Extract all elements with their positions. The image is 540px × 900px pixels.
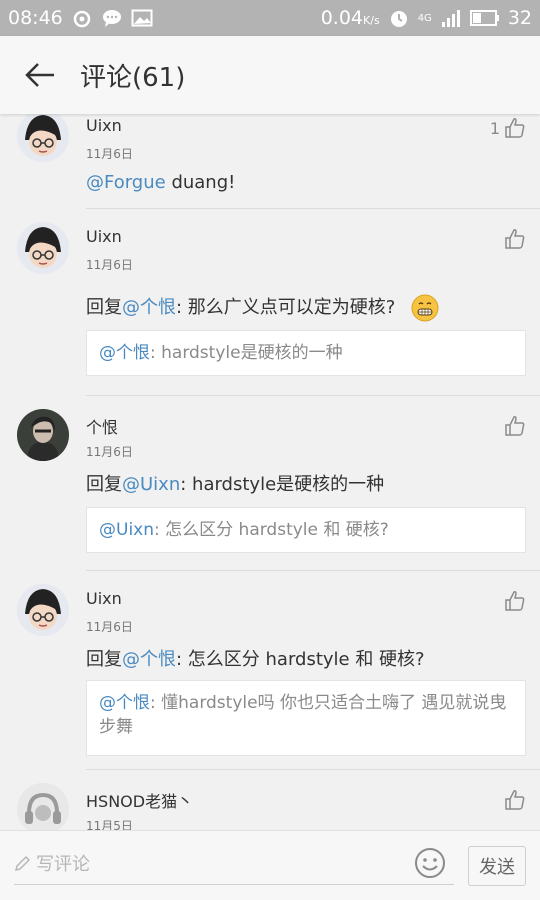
like-count: 1 — [489, 118, 500, 138]
comment-username[interactable]: Uixn — [86, 116, 122, 135]
mention-link[interactable]: @个恨 — [122, 297, 176, 318]
mention-link[interactable]: @Uixn — [99, 520, 154, 540]
comment-date: 11月5日 — [86, 819, 133, 830]
comment-username[interactable]: 个恨 — [86, 414, 118, 438]
chat-notification-icon — [102, 10, 121, 27]
page-title: 评论(61) — [80, 62, 186, 93]
thumbs-up-icon — [505, 416, 525, 436]
grinning-emoji-icon — [411, 294, 439, 322]
avatar[interactable] — [17, 783, 69, 830]
status-bar: 08:46 0.04K/s 4G 32 — [0, 0, 540, 36]
comment-input-placeholder: 写评论 — [36, 853, 90, 875]
avatar[interactable] — [17, 114, 69, 162]
mention-link[interactable]: @Uixn — [122, 474, 180, 495]
battery-icon — [469, 10, 499, 26]
comment-list[interactable]: Uixn 11月6日 1 @Forgue duang! Uixn 11月6日 回… — [0, 114, 540, 830]
like-button[interactable] — [500, 590, 526, 612]
comment-item: Uixn 11月6日 1 @Forgue duang! — [0, 114, 540, 208]
quoted-comment: @个恨: hardstyle是硬核的一种 — [86, 330, 526, 376]
comment-item: 个恨 11月6日 回复@Uixn: hardstyle是硬核的一种 @Uixn:… — [0, 396, 540, 570]
thumbs-up-icon — [505, 118, 525, 138]
comment-text: 回复@个恨: 那么广义点可以定为硬核? — [86, 293, 439, 322]
like-button[interactable]: 1 — [490, 117, 526, 139]
quoted-comment: @个恨: 懂hardstyle吗 你也只适合土嗨了 遇见就说曳步舞 — [86, 680, 526, 756]
like-button[interactable] — [500, 415, 526, 437]
mention-link[interactable]: @个恨 — [122, 649, 176, 670]
comment-text: 回复@个恨: 怎么区分 hardstyle 和 硬核? — [86, 649, 425, 670]
comment-item: Uixn 11月6日 回复@个恨: 怎么区分 hardstyle 和 硬核? @… — [0, 571, 540, 769]
comment-date: 11月6日 — [86, 445, 133, 459]
signal-icon — [441, 10, 460, 27]
comment-input[interactable]: 写评论 — [14, 841, 454, 885]
like-button[interactable] — [500, 228, 526, 250]
like-button[interactable] — [500, 789, 526, 811]
comment-text: 回复@Uixn: hardstyle是硬核的一种 — [86, 474, 385, 495]
emoji-picker-icon[interactable] — [414, 847, 446, 879]
battery-level: 32 — [507, 7, 532, 29]
net-speed: 0.04K/s — [320, 7, 380, 29]
mention-link[interactable]: @个恨 — [99, 343, 150, 363]
status-time: 08:46 — [8, 7, 63, 29]
pencil-icon — [14, 855, 31, 871]
comment-text: @Forgue duang! — [86, 172, 236, 193]
mention-link[interactable]: @个恨 — [99, 693, 150, 713]
thumbs-up-icon — [505, 790, 525, 810]
send-button[interactable]: 发送 — [468, 846, 526, 886]
comment-username[interactable]: HSNOD老猫丶 — [86, 788, 193, 812]
avatar[interactable] — [17, 584, 69, 636]
app-bar: 评论(61) — [0, 36, 540, 114]
thumbs-up-icon — [505, 229, 525, 249]
avatar[interactable] — [17, 409, 69, 461]
avatar[interactable] — [17, 222, 69, 274]
comment-item: Uixn 11月6日 回复@个恨: 那么广义点可以定为硬核? @个恨: hard… — [0, 209, 540, 385]
quoted-comment: @Uixn: 怎么区分 hardstyle 和 硬核? — [86, 507, 526, 553]
back-arrow-icon — [25, 63, 54, 87]
back-button[interactable] — [0, 36, 80, 114]
comment-username[interactable]: Uixn — [86, 227, 122, 246]
weibo-notification-icon — [73, 10, 91, 28]
mention-link[interactable]: @Forgue — [86, 172, 166, 193]
thumbs-up-icon — [505, 591, 525, 611]
comment-date: 11月6日 — [86, 620, 133, 634]
alarm-icon — [390, 11, 407, 27]
comment-item: HSNOD老猫丶 11月5日 — [0, 770, 540, 830]
comment-date: 11月6日 — [86, 258, 133, 272]
image-notification-icon — [131, 9, 153, 27]
comment-username[interactable]: Uixn — [86, 589, 122, 608]
comment-composer: 写评论 发送 — [0, 830, 540, 900]
network-type: 4G — [417, 12, 432, 24]
comment-date: 11月6日 — [86, 147, 133, 161]
